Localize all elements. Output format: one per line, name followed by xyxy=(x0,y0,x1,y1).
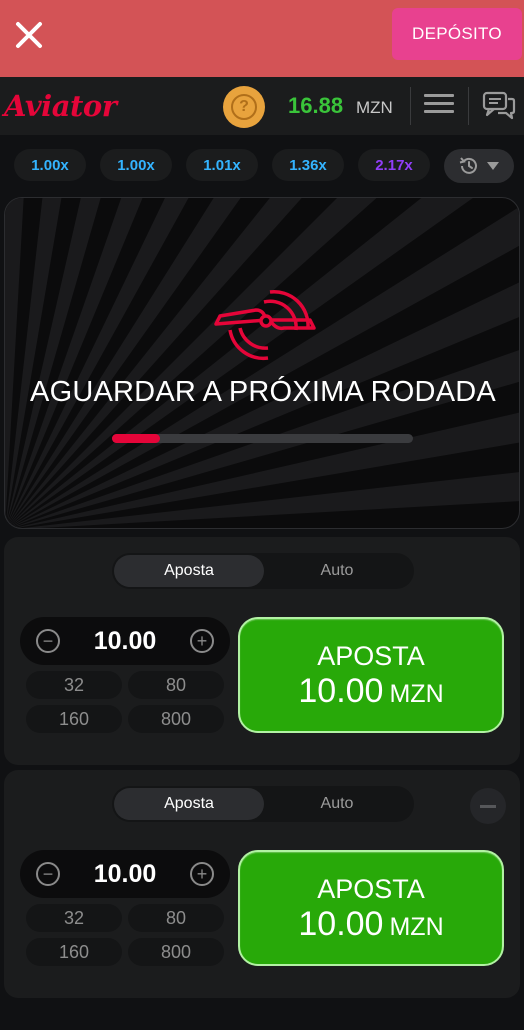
tab-auto[interactable]: Auto xyxy=(262,788,412,820)
aviator-logo: Aviator xyxy=(4,89,117,123)
bet-button-amount: 10.00 xyxy=(298,671,384,710)
increase-stake-button[interactable]: + xyxy=(190,862,214,886)
history-item[interactable]: 1.36x xyxy=(272,149,344,181)
waiting-status: AGUARDAR A PRÓXIMA RODADA xyxy=(30,376,496,408)
chevron-down-icon xyxy=(487,162,499,170)
bet-panel: Aposta Auto − 10.00 + 32 80 160 800 APOS… xyxy=(4,770,520,998)
balance-value: 16.88 xyxy=(288,93,344,118)
game-header: Aviator ? 16.88 MZN xyxy=(0,77,524,135)
remove-bet-panel-button[interactable] xyxy=(470,788,506,824)
history-value: 1.01x xyxy=(203,156,241,174)
question-icon: ? xyxy=(231,94,257,120)
header-divider xyxy=(410,87,411,125)
minus-icon xyxy=(480,804,496,808)
history-value: 1.00x xyxy=(117,156,155,174)
quick-bet-button[interactable]: 80 xyxy=(128,671,224,699)
deposit-button[interactable]: DEPÓSITO xyxy=(392,8,522,60)
stake-stepper: − 10.00 + xyxy=(20,617,230,665)
game-canvas: AGUARDAR A PRÓXIMA RODADA xyxy=(4,197,520,529)
quick-bet-button[interactable]: 800 xyxy=(128,705,224,733)
bet-button-label: APOSTA xyxy=(317,641,425,672)
bet-button-currency: MZN xyxy=(389,679,444,708)
help-button[interactable]: ? xyxy=(223,86,265,128)
multiplier-history: 1.00x 1.00x 1.01x 1.36x 2.17x xyxy=(0,135,524,195)
history-toggle-button[interactable] xyxy=(444,149,514,183)
round-progress-fill xyxy=(112,434,161,443)
round-progress-bar xyxy=(112,434,413,443)
history-clock-icon xyxy=(459,157,477,174)
bet-button-amount: 10.00 xyxy=(298,904,384,943)
stake-value[interactable]: 10.00 xyxy=(70,860,180,889)
balance-currency: MZN xyxy=(356,98,393,117)
close-icon[interactable] xyxy=(12,18,46,52)
quick-bet-button[interactable]: 32 xyxy=(26,904,122,932)
history-value: 1.36x xyxy=(289,156,327,174)
bet-button-currency: MZN xyxy=(389,912,444,941)
place-bet-button[interactable]: APOSTA 10.00 MZN xyxy=(238,850,504,966)
propeller-icon xyxy=(214,290,316,361)
chat-icon[interactable] xyxy=(482,91,516,121)
header-divider xyxy=(468,87,469,125)
quick-bet-button[interactable]: 160 xyxy=(26,938,122,966)
history-item[interactable]: 2.17x xyxy=(358,149,430,181)
increase-stake-button[interactable]: + xyxy=(190,629,214,653)
bet-button-label: APOSTA xyxy=(317,874,425,905)
decrease-stake-button[interactable]: − xyxy=(36,629,60,653)
history-value: 1.00x xyxy=(31,156,69,174)
history-item[interactable]: 1.01x xyxy=(186,149,258,181)
place-bet-button[interactable]: APOSTA 10.00 MZN xyxy=(238,617,504,733)
quick-bet-button[interactable]: 800 xyxy=(128,938,224,966)
history-item[interactable]: 1.00x xyxy=(100,149,172,181)
bet-mode-tabs: Aposta Auto xyxy=(112,553,414,589)
stake-value[interactable]: 10.00 xyxy=(70,627,180,656)
history-value: 2.17x xyxy=(375,156,413,174)
top-bar: DEPÓSITO xyxy=(0,0,524,77)
history-item[interactable]: 1.00x xyxy=(14,149,86,181)
decrease-stake-button[interactable]: − xyxy=(36,862,60,886)
stake-stepper: − 10.00 + xyxy=(20,850,230,898)
tab-auto[interactable]: Auto xyxy=(262,555,412,587)
tab-bet[interactable]: Aposta xyxy=(114,788,264,820)
quick-bet-button[interactable]: 80 xyxy=(128,904,224,932)
quick-bet-button[interactable]: 32 xyxy=(26,671,122,699)
menu-icon[interactable] xyxy=(424,94,454,118)
bet-panel: Aposta Auto − 10.00 + 32 80 160 800 APOS… xyxy=(4,537,520,765)
tab-bet[interactable]: Aposta xyxy=(114,555,264,587)
bet-mode-tabs: Aposta Auto xyxy=(112,786,414,822)
quick-bet-button[interactable]: 160 xyxy=(26,705,122,733)
